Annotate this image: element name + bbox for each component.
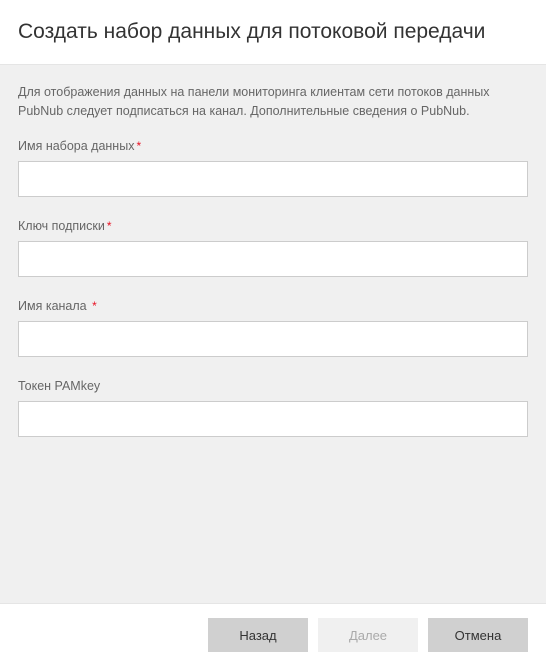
input-pamkey-token[interactable] (18, 401, 528, 437)
label-text: Ключ подписки (18, 219, 105, 233)
required-marker: * (92, 299, 97, 313)
dialog-title: Создать набор данных для потоковой перед… (18, 20, 528, 44)
dialog-body: Для отображения данных на панели монитор… (0, 65, 546, 603)
label-pamkey-token: Токен PAMkey (18, 379, 528, 393)
label-text: Токен PAMkey (18, 379, 100, 393)
input-channel-name[interactable] (18, 321, 528, 357)
required-marker: * (107, 219, 112, 233)
create-streaming-dataset-dialog: Создать набор данных для потоковой перед… (0, 0, 546, 666)
input-subscribe-key[interactable] (18, 241, 528, 277)
input-dataset-name[interactable] (18, 161, 528, 197)
form-group-subscribe-key: Ключ подписки* (18, 219, 528, 277)
label-text: Имя набора данных (18, 139, 134, 153)
label-channel-name: Имя канала * (18, 299, 528, 313)
back-button[interactable]: Назад (208, 618, 308, 652)
cancel-button[interactable]: Отмена (428, 618, 528, 652)
label-text: Имя канала (18, 299, 87, 313)
dialog-footer: Назад Далее Отмена (0, 603, 546, 666)
form-group-dataset-name: Имя набора данных* (18, 139, 528, 197)
form-group-channel-name: Имя канала * (18, 299, 528, 357)
required-marker: * (136, 139, 141, 153)
form-group-pamkey-token: Токен PAMkey (18, 379, 528, 437)
next-button[interactable]: Далее (318, 618, 418, 652)
label-dataset-name: Имя набора данных* (18, 139, 528, 153)
label-subscribe-key: Ключ подписки* (18, 219, 528, 233)
dialog-description: Для отображения данных на панели монитор… (18, 83, 528, 121)
dialog-header: Создать набор данных для потоковой перед… (0, 0, 546, 65)
